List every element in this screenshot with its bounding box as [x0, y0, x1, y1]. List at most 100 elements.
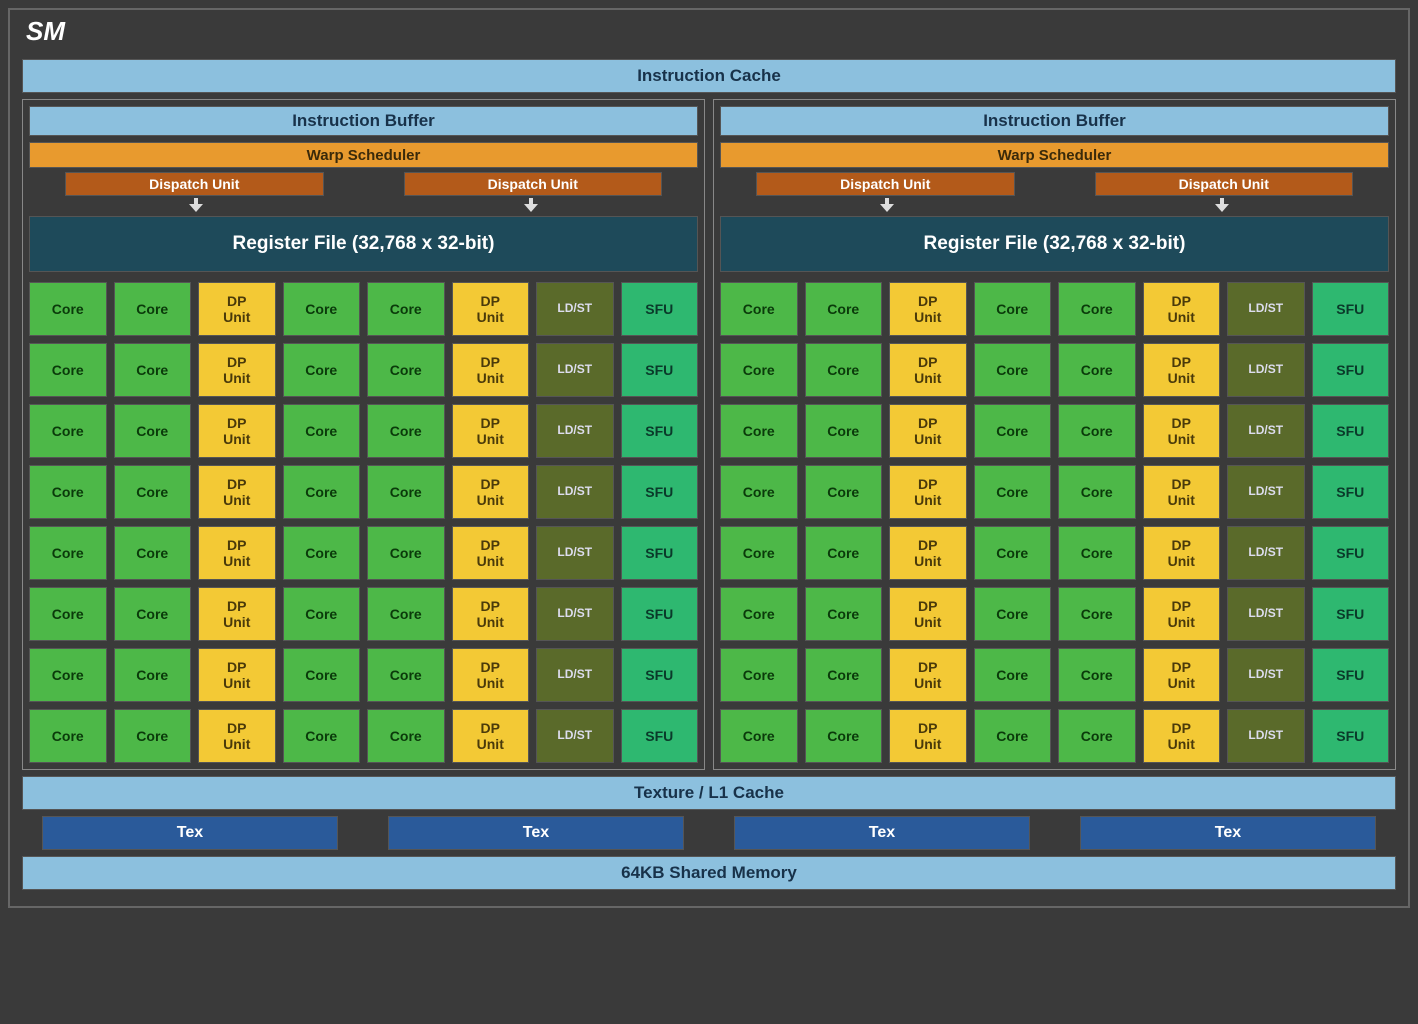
core-row: CoreCoreDP UnitCoreCoreDP UnitLD/STSFU	[720, 465, 1389, 519]
ldst-unit: LD/ST	[1227, 587, 1305, 641]
core-unit: Core	[1058, 343, 1136, 397]
core-unit: Core	[974, 282, 1052, 336]
core-row: CoreCoreDP UnitCoreCoreDP UnitLD/STSFU	[29, 465, 698, 519]
core-unit: Core	[283, 465, 361, 519]
core-unit: Core	[720, 648, 798, 702]
register-file: Register File (32,768 x 32-bit)	[720, 216, 1389, 272]
ldst-unit: LD/ST	[536, 526, 614, 580]
sfu-unit: SFU	[621, 587, 699, 641]
tex-unit: Tex	[1080, 816, 1376, 850]
dp-unit: DP Unit	[452, 709, 530, 763]
sfu-unit: SFU	[621, 648, 699, 702]
dp-unit: DP Unit	[452, 587, 530, 641]
core-unit: Core	[29, 587, 107, 641]
dp-unit: DP Unit	[198, 587, 276, 641]
ldst-unit: LD/ST	[1227, 709, 1305, 763]
dp-unit: DP Unit	[452, 648, 530, 702]
core-row: CoreCoreDP UnitCoreCoreDP UnitLD/STSFU	[720, 343, 1389, 397]
sfu-unit: SFU	[1312, 465, 1390, 519]
core-unit: Core	[1058, 648, 1136, 702]
sfu-unit: SFU	[621, 343, 699, 397]
tex-row: TexTexTexTex	[22, 816, 1396, 850]
core-unit: Core	[367, 526, 445, 580]
dp-unit: DP Unit	[198, 343, 276, 397]
core-row: CoreCoreDP UnitCoreCoreDP UnitLD/STSFU	[29, 343, 698, 397]
core-unit: Core	[367, 404, 445, 458]
instruction-buffer: Instruction Buffer	[720, 106, 1389, 136]
core-unit: Core	[1058, 465, 1136, 519]
dp-unit: DP Unit	[198, 282, 276, 336]
core-unit: Core	[29, 709, 107, 763]
core-row: CoreCoreDP UnitCoreCoreDP UnitLD/STSFU	[29, 648, 698, 702]
sfu-unit: SFU	[1312, 709, 1390, 763]
core-unit: Core	[367, 648, 445, 702]
warp-scheduler: Warp Scheduler	[720, 142, 1389, 168]
sfu-unit: SFU	[621, 404, 699, 458]
dp-unit: DP Unit	[1143, 526, 1221, 580]
partition: Instruction BufferWarp SchedulerDispatch…	[713, 99, 1396, 770]
dp-unit: DP Unit	[889, 648, 967, 702]
core-unit: Core	[283, 343, 361, 397]
instruction-buffer: Instruction Buffer	[29, 106, 698, 136]
core-unit: Core	[720, 465, 798, 519]
core-row: CoreCoreDP UnitCoreCoreDP UnitLD/STSFU	[29, 526, 698, 580]
arrow-down-icon	[29, 198, 364, 214]
core-unit: Core	[114, 709, 192, 763]
core-unit: Core	[805, 465, 883, 519]
ldst-unit: LD/ST	[1227, 648, 1305, 702]
core-unit: Core	[283, 587, 361, 641]
core-unit: Core	[29, 465, 107, 519]
partitions-row: Instruction Buffer Warp Scheduler Dispatch…	[22, 99, 1396, 770]
dp-unit: DP Unit	[1143, 343, 1221, 397]
core-unit: Core	[805, 526, 883, 580]
core-unit: Core	[283, 404, 361, 458]
sfu-unit: SFU	[1312, 587, 1390, 641]
ldst-unit: LD/ST	[536, 709, 614, 763]
core-row: CoreCoreDP UnitCoreCoreDP UnitLD/STSFU	[29, 282, 698, 336]
ldst-unit: LD/ST	[1227, 465, 1305, 519]
arrow-down-icon	[1055, 198, 1390, 214]
core-unit: Core	[1058, 526, 1136, 580]
core-row: CoreCoreDP UnitCoreCoreDP UnitLD/STSFU	[29, 404, 698, 458]
ldst-unit: LD/ST	[1227, 282, 1305, 336]
core-unit: Core	[367, 709, 445, 763]
shared-memory: 64KB Shared Memory	[22, 856, 1396, 890]
dp-unit: DP Unit	[198, 709, 276, 763]
ldst-unit: LD/ST	[536, 465, 614, 519]
core-row: CoreCoreDP UnitCoreCoreDP UnitLD/STSFU	[720, 587, 1389, 641]
dp-unit: DP Unit	[452, 282, 530, 336]
dp-unit: DP Unit	[1143, 648, 1221, 702]
dp-unit: DP Unit	[452, 404, 530, 458]
core-unit: Core	[974, 526, 1052, 580]
sfu-unit: SFU	[621, 526, 699, 580]
core-unit: Core	[29, 526, 107, 580]
sm-title: SM	[20, 14, 1398, 53]
core-unit: Core	[114, 648, 192, 702]
core-unit: Core	[720, 404, 798, 458]
core-unit: Core	[283, 282, 361, 336]
dp-unit: DP Unit	[198, 648, 276, 702]
core-unit: Core	[114, 282, 192, 336]
core-unit: Core	[974, 343, 1052, 397]
dp-unit: DP Unit	[198, 404, 276, 458]
dp-unit: DP Unit	[889, 587, 967, 641]
core-unit: Core	[283, 709, 361, 763]
core-unit: Core	[29, 648, 107, 702]
core-unit: Core	[283, 526, 361, 580]
dp-unit: DP Unit	[198, 526, 276, 580]
dp-unit: DP Unit	[889, 343, 967, 397]
dispatch-unit: Dispatch Unit	[404, 172, 663, 196]
arrow-row	[29, 198, 698, 214]
dispatch-row: Dispatch UnitDispatch Unit	[29, 172, 698, 196]
register-file: Register File (32,768 x 32-bit)	[29, 216, 698, 272]
core-unit: Core	[29, 343, 107, 397]
core-unit: Core	[114, 404, 192, 458]
sfu-unit: SFU	[1312, 526, 1390, 580]
core-unit: Core	[367, 465, 445, 519]
core-unit: Core	[114, 465, 192, 519]
core-unit: Core	[805, 709, 883, 763]
sfu-unit: SFU	[621, 282, 699, 336]
dp-unit: DP Unit	[452, 343, 530, 397]
core-unit: Core	[29, 404, 107, 458]
arrow-down-icon	[720, 198, 1055, 214]
